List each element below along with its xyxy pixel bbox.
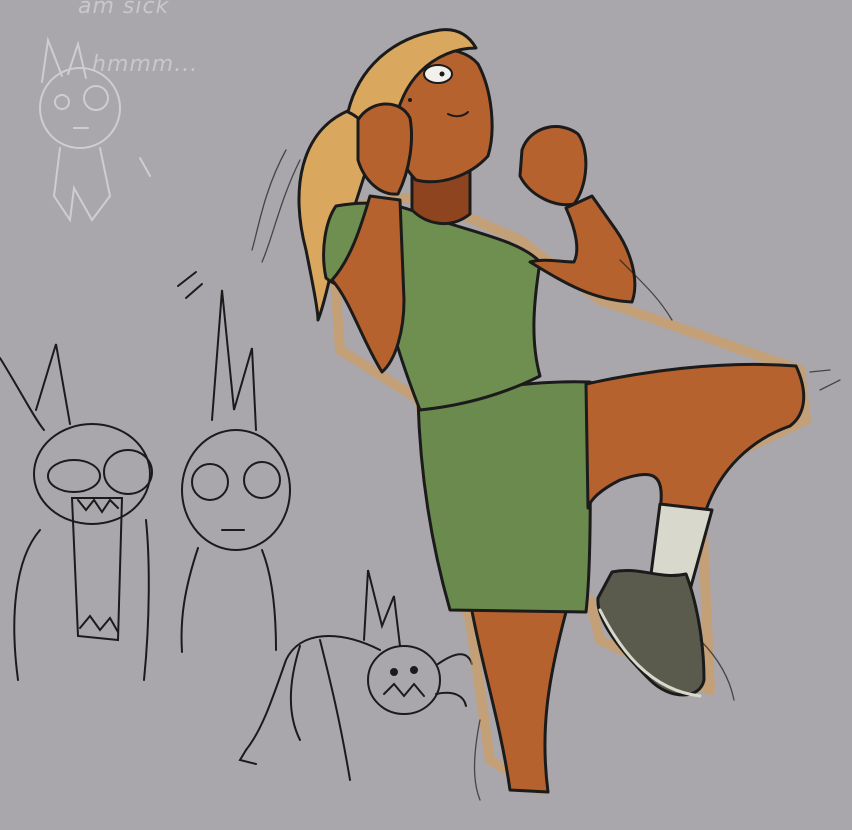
crawling-stick-figure <box>238 569 473 781</box>
mole <box>408 98 412 102</box>
left-fist <box>356 102 413 196</box>
sketch-canvas <box>0 28 841 801</box>
pupil <box>439 71 445 77</box>
right-fist <box>518 125 588 207</box>
eye <box>423 64 453 84</box>
girl-jumping-figure <box>251 28 841 801</box>
right-arm <box>528 194 637 304</box>
green-shorts <box>416 380 592 614</box>
screaming-stick-figure <box>0 343 153 681</box>
faint-doodle-character <box>39 36 151 223</box>
deadpan-stick-figure <box>177 271 291 653</box>
